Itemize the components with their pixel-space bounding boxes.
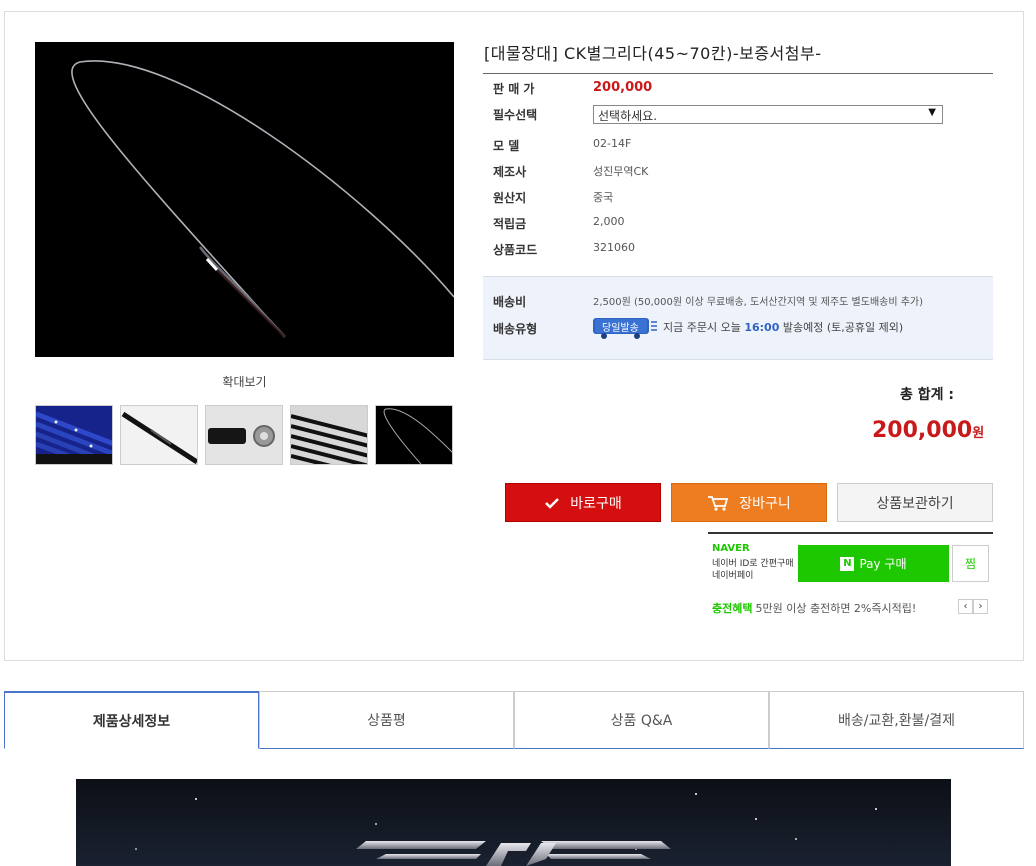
- naver-pay-label: Pay 구매: [859, 557, 907, 571]
- thumbnail-strip: [35, 405, 455, 465]
- naver-logo: NAVER: [712, 543, 750, 554]
- title-divider: [483, 73, 993, 74]
- thumbnail-3[interactable]: [205, 405, 283, 465]
- shipping-type-prefix: 지금 주문시 오늘: [663, 321, 741, 334]
- charge-benefit: 충전혜택 5만원 이상 충전하면 2%즉시적립!: [712, 600, 916, 616]
- price-label: 판 매 가: [493, 82, 535, 96]
- naver-jjim-button[interactable]: 찜: [952, 545, 989, 582]
- model-value: 02-14F: [593, 137, 632, 150]
- npay-desc-line1: 네이버 ID로 간편구매: [712, 559, 794, 569]
- tab-reviews[interactable]: 상품평: [259, 691, 514, 749]
- add-to-cart-button[interactable]: 장바구니: [671, 483, 827, 522]
- cart-icon: [707, 495, 729, 511]
- shipping-type-time: 16:00: [744, 321, 780, 334]
- shipping-fee-value: 2,500원 (50,000원 이상 무료배송, 도서산간지역 및 제주도 별도…: [593, 297, 924, 308]
- product-title: [대물장대] CK별그리다(45~70칸)-보증서첨부-: [484, 44, 822, 63]
- buy-now-button[interactable]: 바로구매: [505, 483, 661, 522]
- main-product-image[interactable]: [35, 42, 454, 357]
- origin-label: 원산지: [493, 191, 527, 205]
- naver-pay-button[interactable]: N Pay 구매: [798, 545, 949, 582]
- maker-label: 제조사: [493, 165, 527, 179]
- buy-now-label: 바로구매: [570, 495, 622, 512]
- chevron-down-icon: ▼: [928, 107, 936, 118]
- code-value: 321060: [593, 241, 635, 254]
- next-arrow-button[interactable]: ›: [973, 599, 988, 614]
- tab-qna[interactable]: 상품 Q&A: [514, 691, 769, 749]
- shipping-box: [483, 276, 993, 360]
- shipping-type-text: 지금 주문시 오늘 16:00 발송예정 (토,공휴일 제외): [663, 319, 903, 335]
- total-price-unit: 원: [972, 426, 985, 441]
- model-label: 모 델: [493, 139, 520, 153]
- code-label: 상품코드: [493, 243, 538, 257]
- points-value: 2,000: [593, 215, 625, 228]
- wishlist-button[interactable]: 상품보관하기: [837, 483, 993, 522]
- shipping-type-label: 배송유형: [493, 322, 538, 336]
- wishlist-label: 상품보관하기: [876, 495, 954, 512]
- detail-banner-image: [76, 779, 951, 866]
- zoom-link[interactable]: 확대보기: [35, 373, 454, 390]
- thumbnail-5[interactable]: [375, 405, 453, 465]
- npay-divider: [708, 532, 993, 534]
- check-icon: [544, 497, 560, 509]
- points-label: 적립금: [493, 217, 527, 231]
- total-price: 200,000원: [872, 418, 984, 443]
- shipping-type-suffix: 발송예정 (토,공휴일 제외): [782, 321, 904, 334]
- maker-value: 성진무역CK: [593, 165, 649, 178]
- tab-product-details[interactable]: 제품상세정보: [4, 691, 259, 749]
- naver-n-icon: N: [840, 556, 855, 571]
- total-price-value: 200,000: [872, 418, 973, 443]
- price-value: 200,000: [593, 80, 653, 95]
- thumbnail-2[interactable]: [120, 405, 198, 465]
- option-label: 필수선택: [493, 108, 538, 122]
- npay-description: 네이버 ID로 간편구매 네이버페이: [712, 558, 798, 582]
- shipping-fee-label: 배송비: [493, 295, 527, 309]
- thumbnail-4[interactable]: [290, 405, 368, 465]
- detail-tabs: 제품상세정보 상품평 상품 Q&A 배송/교환,환불/결제: [4, 691, 1024, 749]
- same-day-badge: 당일발송: [593, 317, 657, 339]
- thumbnail-1[interactable]: [35, 405, 113, 465]
- option-selected-text: 선택하세요.: [598, 109, 658, 123]
- prev-arrow-button[interactable]: ‹: [958, 599, 973, 614]
- total-label: 총 합계 :: [900, 387, 954, 403]
- npay-desc-line2: 네이버페이: [712, 571, 754, 581]
- origin-value: 중국: [593, 191, 614, 204]
- same-day-badge-text: 당일발송: [602, 323, 639, 334]
- option-select[interactable]: 선택하세요. ▼: [593, 105, 943, 124]
- charge-benefit-label: 충전혜택: [712, 602, 753, 615]
- charge-benefit-text: 5만원 이상 충전하면 2%즉시적립!: [755, 602, 917, 615]
- add-to-cart-label: 장바구니: [739, 495, 791, 512]
- tab-shipping-returns[interactable]: 배송/교환,환불/결제: [769, 691, 1024, 749]
